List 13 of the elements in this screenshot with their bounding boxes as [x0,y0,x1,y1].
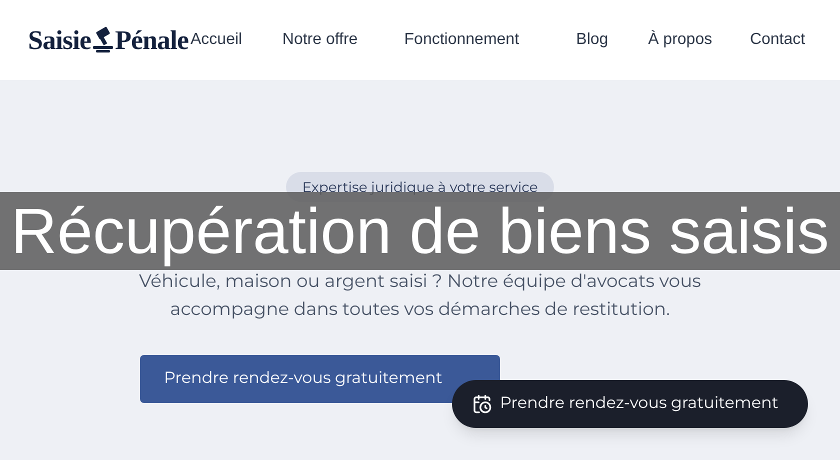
nav-link[interactable]: Contact [750,28,816,52]
nav-link[interactable]: Blog [576,28,616,52]
overlay-banner: Récupération de biens saisis [0,192,840,270]
calendar-clock-icon [472,394,492,414]
nav-link[interactable]: Fonctionnement [404,28,544,52]
nav-link[interactable]: Accueil [190,28,250,52]
logo[interactable]: Saisie Pénale [28,20,188,60]
nav-link[interactable]: Notre offre [282,28,372,52]
nav-link[interactable]: À propos [648,28,718,52]
hero-subtitle: Véhicule, maison ou argent saisi ? Notre équipe d'avocats vous accompagne dans toutes vos démarches de restitution. [138,269,702,322]
appointment-button[interactable]: Prendre rendez-vous gratuitement [140,355,500,403]
gavel-icon [91,26,116,54]
floating-appointment-button[interactable]: Prendre rendez-vous gratuitement [452,380,808,428]
